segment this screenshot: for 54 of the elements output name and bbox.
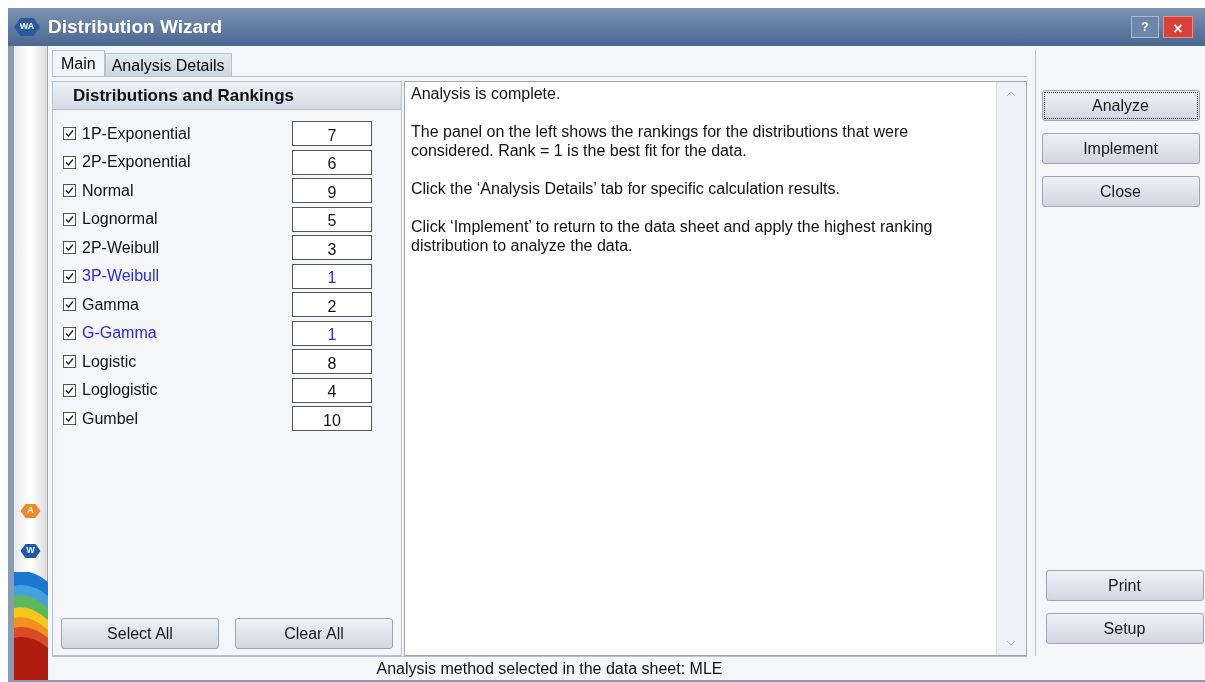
checkbox[interactable] bbox=[63, 326, 76, 340]
a-icon: A bbox=[20, 504, 41, 518]
rank-field: 3 bbox=[292, 235, 372, 261]
rank-field: 2 bbox=[292, 292, 372, 318]
w-icon: W bbox=[20, 544, 41, 558]
result-paragraph: Analysis is complete. bbox=[411, 84, 562, 103]
distribution-name: 2P-Exponential bbox=[82, 152, 192, 173]
window-title: Distribution Wizard bbox=[48, 14, 222, 39]
rank-field: 6 bbox=[292, 149, 372, 175]
checkbox[interactable] bbox=[63, 241, 76, 255]
action-button[interactable]: Close bbox=[1041, 176, 1200, 207]
result-paragraph: Click ‘Implement’ to return to the data sheet and apply the highest ranking distribution to analyze the data. bbox=[411, 217, 934, 255]
checkbox[interactable] bbox=[63, 355, 76, 369]
rank-field: 1 bbox=[292, 320, 372, 346]
checkbox[interactable] bbox=[63, 212, 76, 226]
rank-field: 1 bbox=[292, 263, 372, 289]
rank-field: 9 bbox=[292, 178, 372, 204]
tab[interactable]: Analysis Details bbox=[104, 53, 232, 76]
rank-field: 7 bbox=[292, 121, 372, 147]
checkbox[interactable] bbox=[63, 269, 76, 283]
checkbox[interactable] bbox=[63, 127, 76, 141]
app-logo: WA bbox=[14, 18, 40, 36]
distribution-name: G-Gamma bbox=[82, 323, 158, 344]
result-paragraph: Click the ‘Analysis Details’ tab for specific calculation results. bbox=[411, 179, 841, 198]
distribution-name: Gumbel bbox=[82, 408, 140, 429]
action-button[interactable]: Analyze bbox=[1041, 90, 1200, 121]
action-button[interactable]: Implement bbox=[1041, 133, 1200, 164]
distribution-name: Logistic bbox=[82, 351, 138, 372]
action-button[interactable]: Setup bbox=[1045, 613, 1204, 644]
distribution-name: 2P-Weibull bbox=[82, 237, 161, 258]
distribution-name: Loglogistic bbox=[82, 380, 159, 401]
rank-field: 10 bbox=[292, 406, 372, 432]
distribution-name: 3P-Weibull bbox=[82, 266, 161, 287]
panel-button[interactable]: Select All bbox=[61, 618, 219, 649]
checkbox[interactable] bbox=[63, 383, 76, 397]
rank-field: 8 bbox=[292, 349, 372, 375]
action-button[interactable]: Print bbox=[1045, 570, 1204, 601]
distribution-name: Normal bbox=[82, 180, 135, 201]
distribution-name: Gamma bbox=[82, 294, 140, 315]
checkbox[interactable] bbox=[63, 155, 76, 169]
status-bar: Analysis method selected in the data sheet: MLE bbox=[52, 656, 1027, 680]
rank-field: 5 bbox=[292, 206, 372, 232]
distribution-name: Lognormal bbox=[82, 209, 159, 230]
result-paragraph: The panel on the left shows the rankings for the distributions that were considered. Rank = 1 is the best fit for the data. bbox=[411, 122, 910, 160]
panel-header: Distributions and Rankings bbox=[53, 82, 401, 110]
close-button[interactable]: × bbox=[1163, 16, 1193, 38]
checkbox[interactable] bbox=[63, 184, 76, 198]
distribution-name: 1P-Exponential bbox=[82, 123, 192, 144]
rank-field: 4 bbox=[292, 377, 372, 403]
help-button[interactable]: ? bbox=[1131, 16, 1159, 38]
checkbox[interactable] bbox=[63, 412, 76, 426]
tab[interactable]: Main bbox=[52, 50, 105, 76]
checkbox[interactable] bbox=[63, 298, 76, 312]
panel-button[interactable]: Clear All bbox=[235, 618, 393, 649]
